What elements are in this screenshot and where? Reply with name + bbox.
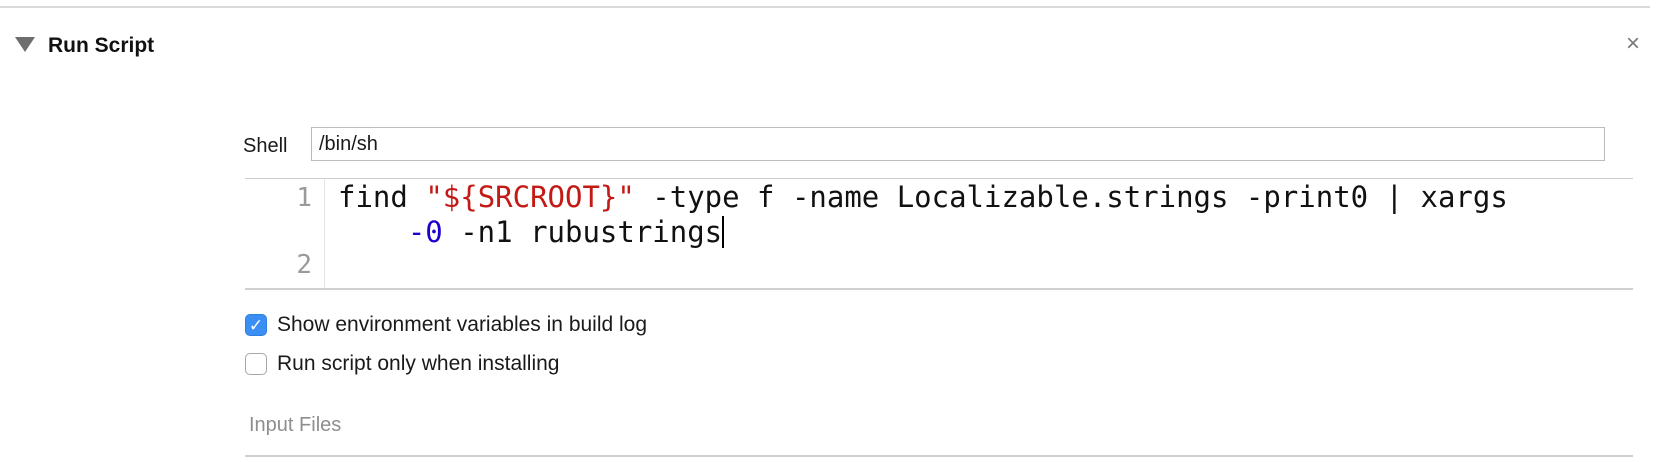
phase-title: Run Script <box>48 34 155 57</box>
code-token-args: -type f -name Localizable.strings -print… <box>634 180 1508 214</box>
editor-bottom-border <box>245 288 1633 290</box>
show-env-checkbox[interactable]: ✓ <box>245 314 267 336</box>
editor-gutter-divider <box>324 179 325 288</box>
install-only-label[interactable]: Run script only when installing <box>277 352 559 376</box>
input-files-header: Input Files <box>249 414 342 436</box>
editor-top-border <box>245 178 1633 179</box>
checkmark-icon: ✓ <box>248 315 264 335</box>
line-number: 1 <box>296 183 312 213</box>
shell-label: Shell <box>243 135 288 157</box>
code-token-number: -0 <box>407 215 443 249</box>
top-divider <box>0 6 1650 8</box>
script-editor-line-wrap[interactable]: -0 -n1 rubustrings <box>338 215 725 249</box>
show-env-label[interactable]: Show environment variables in build log <box>277 313 647 337</box>
input-files-divider <box>245 455 1633 457</box>
code-token-string: "${SRCROOT}" <box>425 180 635 214</box>
code-token-command: find <box>338 180 426 214</box>
shell-input[interactable] <box>311 127 1605 161</box>
install-only-checkbox[interactable] <box>245 353 267 375</box>
code-token-args: -n1 rubustrings <box>442 215 723 249</box>
close-icon[interactable]: × <box>1626 32 1640 56</box>
script-editor-line[interactable]: find "${SRCROOT}" -type f -name Localiza… <box>338 180 1508 214</box>
line-number: 2 <box>296 250 312 280</box>
show-env-option[interactable]: ✓ Show environment variables in build lo… <box>245 312 647 338</box>
text-caret <box>722 216 725 248</box>
triangle-down-icon[interactable] <box>15 37 35 52</box>
install-only-option[interactable]: Run script only when installing <box>245 351 559 377</box>
